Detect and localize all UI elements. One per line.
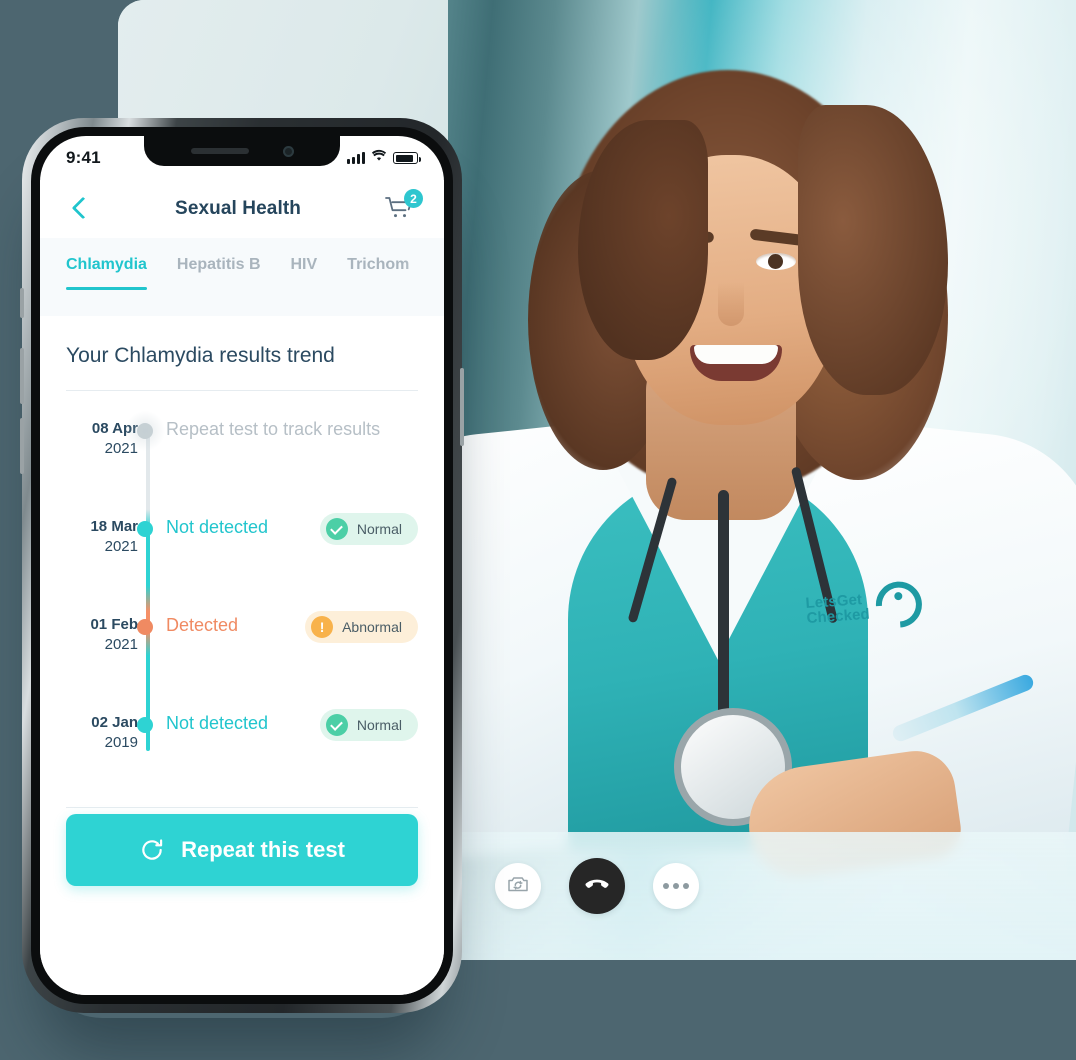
- more-options-button[interactable]: [653, 863, 699, 909]
- table-row[interactable]: 18 Mar 2021 Not detected Normal: [66, 507, 418, 605]
- timeline-dot-pending: [124, 410, 166, 452]
- tab-hepatitis-b[interactable]: Hepatitis B: [177, 238, 261, 274]
- ellipsis-icon: [663, 883, 689, 889]
- nose: [718, 282, 744, 326]
- brand-line-2: Checked: [806, 605, 871, 628]
- phone-frame: 9:41 Sexual Health 2 Chlamydia Hepatitis…: [20, 118, 464, 1013]
- timeline-result: Detected: [166, 615, 239, 635]
- test-type-tabs: Chlamydia Hepatitis B HIV Trichom: [40, 238, 444, 316]
- status-badge-label: Abnormal: [342, 619, 402, 635]
- status-badge-label: Normal: [356, 717, 402, 733]
- divider-bottom: [66, 807, 418, 808]
- check-circle-icon: [325, 714, 348, 736]
- timeline-date-day: 02 Jan: [91, 714, 138, 731]
- status-badge: Normal: [319, 709, 418, 741]
- end-call-button[interactable]: [569, 858, 625, 914]
- exclamation-circle-icon: !: [311, 616, 334, 638]
- status-badge: ! Abnormal: [305, 611, 418, 643]
- tab-hiv[interactable]: HIV: [291, 238, 318, 274]
- check-circle-icon: [325, 518, 348, 540]
- pupil-right: [768, 254, 783, 269]
- results-timeline: 08 Apr 2021 Repeat test to track results: [66, 391, 418, 807]
- teeth: [694, 345, 778, 364]
- timeline-date-year: 2021: [104, 538, 138, 555]
- front-camera-icon: [282, 145, 294, 157]
- refresh-icon: [139, 837, 165, 863]
- timeline-result: Not detected: [166, 713, 269, 733]
- volume-down-button[interactable]: [20, 418, 24, 474]
- timeline-result: Repeat test to track results: [166, 419, 381, 439]
- wifi-icon: [371, 149, 387, 167]
- earpiece-speaker: [190, 148, 249, 154]
- brand-wordmark: LetsGet Checked: [805, 591, 871, 628]
- timeline-dot: [137, 717, 153, 733]
- table-row[interactable]: 01 Feb 2021 Detected ! Abnormal: [66, 605, 418, 703]
- tab-trichomoniasis[interactable]: Trichom: [347, 238, 409, 274]
- table-row[interactable]: 08 Apr 2021 Repeat test to track results: [66, 409, 418, 507]
- timeline-date-day: 01 Feb: [90, 616, 138, 633]
- timeline-dot-abnormal: [137, 619, 153, 635]
- shopping-cart-button[interactable]: 2: [384, 189, 423, 226]
- timeline-date: 18 Mar 2021: [66, 507, 138, 557]
- screenshot-stage: LetsGet Checked 9:41 Sexual Health 2 Chl…: [0, 0, 1076, 1060]
- timeline-dot: [137, 521, 153, 537]
- results-trend-content: Your Chlamydia results trend 08 Apr 2021: [40, 316, 444, 995]
- battery-icon: [393, 152, 421, 164]
- cart-count-badge: 2: [404, 189, 423, 208]
- timeline-date-year: 2021: [104, 636, 138, 653]
- timeline-date: 01 Feb 2021: [66, 605, 138, 655]
- status-badge: Normal: [319, 513, 418, 545]
- timeline-result: Not detected: [166, 517, 269, 537]
- camera-flip-icon: [506, 872, 530, 901]
- switch-camera-button[interactable]: [495, 863, 541, 909]
- tab-chlamydia[interactable]: Chlamydia: [66, 238, 147, 290]
- volume-up-button[interactable]: [20, 348, 24, 404]
- status-bar-indicators: [347, 149, 421, 167]
- timeline-date: 02 Jan 2019: [66, 703, 138, 753]
- notch: [144, 136, 340, 166]
- status-bar-clock: 9:41: [66, 148, 101, 167]
- hair-front-right: [798, 105, 948, 395]
- page-title: Sexual Health: [175, 198, 301, 219]
- stethoscope-tube: [718, 490, 729, 720]
- power-button[interactable]: [460, 368, 464, 446]
- shopping-cart-icon: [384, 197, 416, 226]
- table-row[interactable]: 02 Jan 2019 Not detected Normal: [66, 703, 418, 801]
- repeat-test-button[interactable]: Repeat this test: [66, 814, 418, 886]
- repeat-test-label: Repeat this test: [181, 837, 345, 862]
- phone-mockup: 9:41 Sexual Health 2 Chlamydia Hepatitis…: [20, 118, 464, 1013]
- timeline-date-year: 2019: [104, 734, 138, 751]
- doctor-portrait: LetsGet Checked: [356, 60, 1076, 885]
- mute-switch[interactable]: [20, 288, 24, 318]
- phone-hangup-icon: [583, 870, 611, 903]
- phone-screen: 9:41 Sexual Health 2 Chlamydia Hepatitis…: [40, 136, 444, 995]
- app-navigation-bar: Sexual Health 2: [40, 180, 444, 238]
- letsgetchecked-brand: LetsGet Checked: [805, 572, 932, 637]
- phone-bezel: 9:41 Sexual Health 2 Chlamydia Hepatitis…: [31, 127, 453, 1004]
- timeline-date-day: 18 Mar: [90, 518, 138, 535]
- chevron-left-icon[interactable]: [66, 196, 92, 222]
- results-trend-heading: Your Chlamydia results trend: [66, 344, 335, 367]
- status-badge-label: Normal: [356, 521, 402, 537]
- cellular-signal-icon: [347, 152, 365, 164]
